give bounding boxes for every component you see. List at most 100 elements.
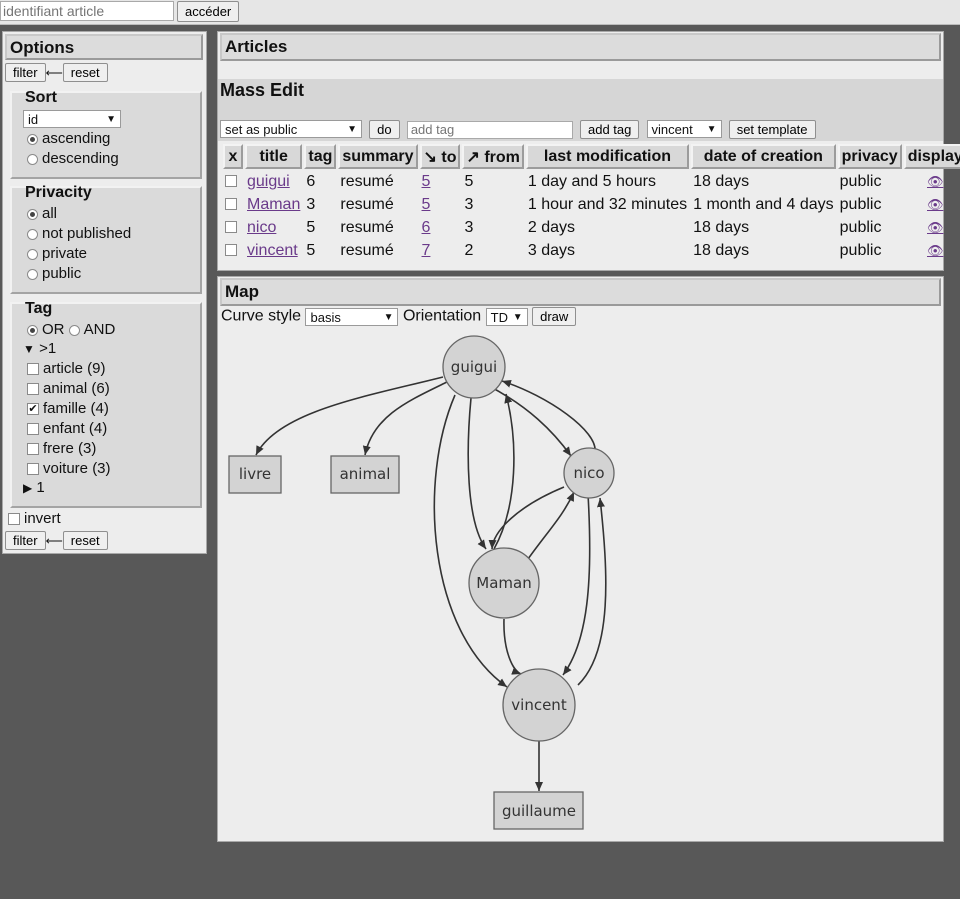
column-header[interactable]: ↗ from [462,144,524,169]
set-template-button[interactable]: set template [728,120,816,139]
eye-icon[interactable]: 👁 [927,220,944,235]
sort-title: Sort [25,89,57,106]
graph-node-label: guigui [451,358,497,376]
privacy-private-radio[interactable] [27,248,38,260]
date-of-creation: 18 days [693,241,750,259]
row-checkbox[interactable] [225,244,237,257]
tag-group-expanded[interactable]: ▼ >1 [23,340,56,357]
reset-button[interactable]: reset [62,531,108,550]
mass-action-select[interactable]: set as public ▼ [220,120,362,138]
column-header[interactable]: privacy [837,144,902,169]
tag-group-collapsed[interactable]: ▶ 1 [23,479,45,496]
articles-title: Articles [220,33,941,61]
to-link[interactable]: 6 [422,219,431,236]
column-header[interactable]: summary [338,144,418,169]
map-title: Map [220,278,941,306]
edge [562,493,591,676]
column-header[interactable]: tag [304,144,337,169]
tag-or-radio[interactable] [27,324,38,336]
table-header-row: x title tag summary ↘ to ↗ from last mod… [223,144,960,169]
tag-checkbox-checked[interactable]: ✔ [27,403,39,416]
invert-label: invert [24,510,61,527]
ascending-radio[interactable] [27,133,38,145]
privacy-public-radio[interactable] [27,268,38,280]
tag-group-label: 1 [36,479,45,496]
column-header[interactable]: date of creation [691,144,836,169]
tag-count: 5 [306,218,316,236]
edge [503,618,522,675]
tag-section: Tag OR AND ▼ >1 article (9) animal (6) ✔… [10,300,202,508]
edge [488,486,565,550]
chevron-down-icon: ▼ [706,124,717,135]
access-button[interactable]: accéder [177,1,240,22]
privacy-all-radio[interactable] [27,208,38,220]
graph-node-label: Maman [476,574,531,592]
tag-checkbox[interactable] [27,463,39,476]
mass-edit-title: Mass Edit [220,80,305,100]
do-button[interactable]: do [369,120,400,139]
tag-checkbox[interactable] [27,363,39,376]
row-checkbox[interactable] [225,198,237,211]
filter-button[interactable]: filter [5,531,46,550]
tag-title: Tag [25,300,53,317]
tag-checkbox[interactable] [27,383,39,396]
descending-radio[interactable] [27,153,38,165]
column-header[interactable]: ↘ to [419,144,461,169]
last-modification: 1 hour and 32 minutes [527,195,688,213]
tag-count: 3 [306,195,316,213]
filter-button[interactable]: filter [5,63,46,82]
articles-panel: Articles Mass Edit set as public ▼ do add… [217,31,960,271]
privacy-not-published-radio[interactable] [27,228,38,240]
date-of-creation: 1 month and 4 days [693,195,834,213]
to-link[interactable]: 7 [422,242,431,259]
to-link[interactable]: 5 [422,173,431,190]
from-count: 3 [464,218,474,236]
articles-table: x title tag summary ↘ to ↗ from last mod… [221,142,960,263]
invert-checkbox[interactable] [8,513,20,526]
sort-field-select[interactable]: id ▼ [23,110,121,128]
graph-node-label: livre [239,465,271,483]
from-count: 2 [464,241,474,259]
summary-cell: resumé [340,172,394,190]
table-row: Maman 3 resumé 5 3 1 hour and 32 minutes… [223,194,960,215]
from-count: 3 [464,195,474,213]
eye-icon[interactable]: 👁 [927,243,944,258]
column-header[interactable]: title [245,144,303,169]
article-title-link[interactable]: guigui [247,173,290,190]
table-row: vincent 5 resumé 7 2 3 days 18 days publ… [223,240,960,261]
eye-icon[interactable]: 👁 [927,174,944,189]
tag-checkbox[interactable] [27,423,39,436]
row-checkbox[interactable] [225,221,237,234]
article-title-link[interactable]: nico [247,219,276,236]
tag-checkbox[interactable] [27,443,39,456]
article-id-input[interactable] [0,1,174,21]
tag-and-radio[interactable] [68,324,80,336]
descending-label: descending [42,150,119,167]
last-modification: 1 day and 5 hours [527,172,656,190]
column-header[interactable]: last modification [525,144,690,169]
eye-icon[interactable]: 👁 [927,197,944,212]
privacy-private-label: private [42,245,88,262]
sort-section: Sort id ▼ ascending descending [10,89,202,179]
date-of-creation: 18 days [693,172,750,190]
table-row: guigui 6 resumé 5 5 1 day and 5 hours 18… [223,171,960,192]
tag-label: animal (6) [43,380,110,397]
tag-label: enfant (4) [43,420,108,437]
column-header[interactable]: display [903,144,960,169]
graph-node-label: nico [573,464,604,482]
tag-and-label: AND [83,321,116,338]
to-link[interactable]: 5 [422,196,431,213]
edge [467,397,487,550]
top-bar: accéder [0,0,960,25]
add-tag-button[interactable]: add tag [579,120,640,139]
edge [486,384,572,457]
add-tag-input[interactable] [406,120,573,139]
article-title-link[interactable]: vincent [247,242,298,259]
tag-count: 5 [306,241,316,259]
tag-group-label: >1 [39,340,57,357]
column-header[interactable]: x [223,144,243,169]
template-select[interactable]: vincent ▼ [646,120,722,138]
reset-button[interactable]: reset [62,63,108,82]
row-checkbox[interactable] [225,175,237,188]
article-title-link[interactable]: Maman [247,196,300,213]
